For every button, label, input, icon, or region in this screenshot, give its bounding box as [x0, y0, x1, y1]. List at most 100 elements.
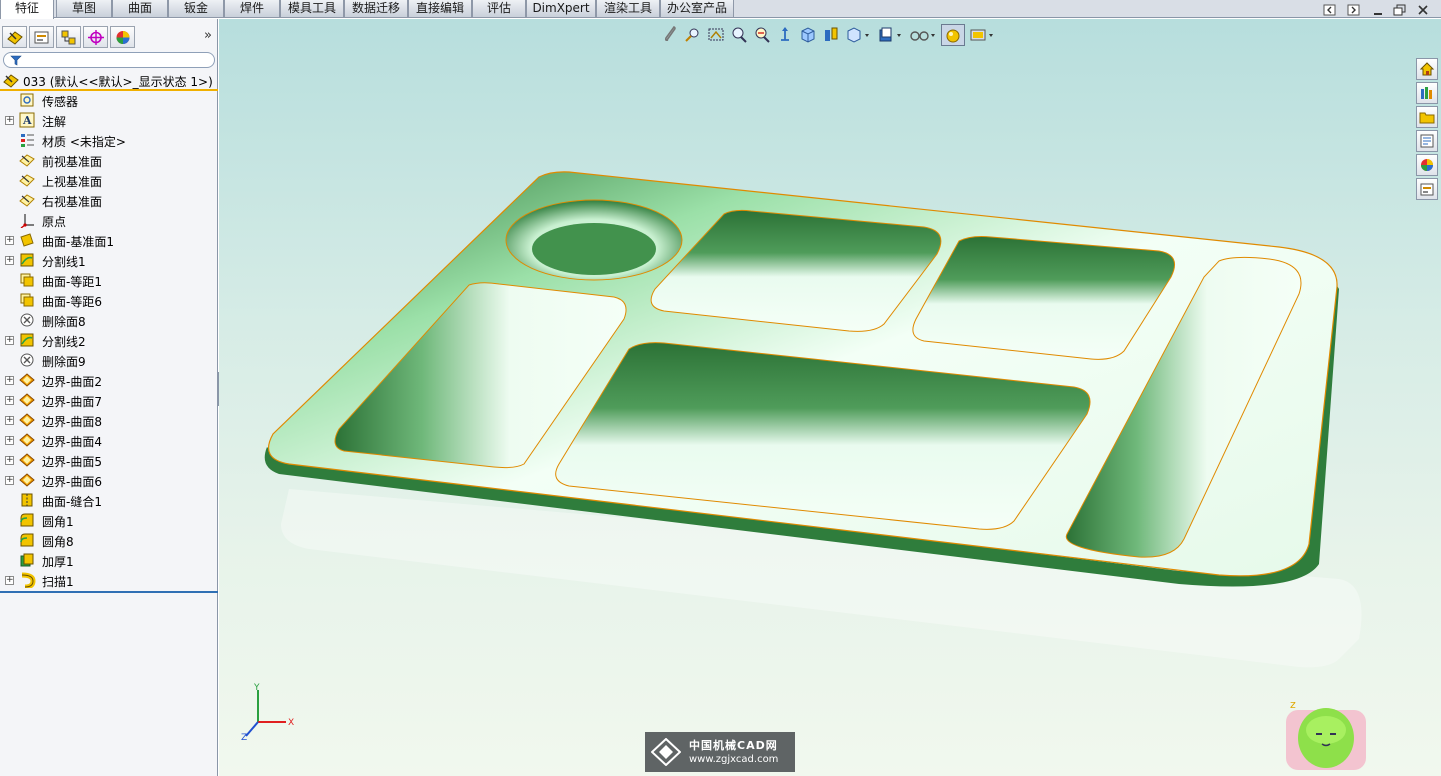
- tree-item-label: 删除面9: [42, 355, 86, 369]
- tree-item[interactable]: 材质 <未指定>: [0, 130, 218, 150]
- tab-direct-editing[interactable]: 直接编辑: [408, 0, 472, 18]
- tab-render-tools[interactable]: 渲染工具: [596, 0, 660, 18]
- delete-face-icon: [20, 353, 34, 367]
- file-explorer-icon[interactable]: [1416, 106, 1438, 128]
- tree-item-label: 边界-曲面6: [42, 475, 102, 489]
- tree-item[interactable]: 圆角1: [0, 510, 218, 530]
- expand-toggle[interactable]: +: [5, 396, 14, 405]
- tab-mold-tools[interactable]: 模具工具: [280, 0, 344, 18]
- round-bowl-inner: [532, 223, 656, 275]
- expand-panel-button[interactable]: »: [204, 28, 212, 43]
- part-name: 033 (默认<<默认>_显示状态 1>): [23, 75, 213, 89]
- sweep-icon: [21, 572, 36, 588]
- plane-icon: [19, 194, 35, 207]
- rollback-bar[interactable]: [0, 591, 218, 593]
- tree-item[interactable]: 传感器: [0, 90, 218, 110]
- watermark-url: www.zgjxcad.com: [689, 754, 779, 765]
- tab-sketch[interactable]: 草图: [56, 0, 112, 18]
- expand-toggle[interactable]: +: [5, 576, 14, 585]
- dimxpert-manager-icon[interactable]: [83, 26, 108, 48]
- tree-item[interactable]: 圆角8: [0, 530, 218, 550]
- tray-model[interactable]: [219, 19, 1441, 776]
- tab-data-migration[interactable]: 数据迁移: [344, 0, 408, 18]
- appearances-icon[interactable]: [1416, 154, 1438, 176]
- triad-y-label: Y: [253, 683, 260, 693]
- minimize-icon[interactable]: [1370, 4, 1386, 18]
- tree-item-label: 删除面8: [42, 315, 86, 329]
- expand-toggle[interactable]: +: [5, 236, 14, 245]
- expand-toggle[interactable]: +: [5, 376, 14, 385]
- property-manager-icon[interactable]: [29, 26, 54, 48]
- boundary-surface-icon: [19, 373, 35, 387]
- expand-toggle[interactable]: +: [5, 336, 14, 345]
- tree-item-label: 分割线1: [42, 255, 86, 269]
- command-manager-tabs: 特征 草图 曲面 钣金 焊件 模具工具 数据迁移 直接编辑 评估 DimXper…: [0, 0, 1441, 19]
- tree-item[interactable]: + 分割线2: [0, 330, 218, 350]
- tree-item[interactable]: 上视基准面: [0, 170, 218, 190]
- view-palette-icon[interactable]: [1416, 130, 1438, 152]
- fillet-icon: [20, 513, 34, 527]
- tree-item-label: 曲面-等距6: [42, 295, 102, 309]
- tab-office-products[interactable]: 办公室产品: [660, 0, 734, 18]
- expand-toggle[interactable]: +: [5, 436, 14, 445]
- tab-evaluate[interactable]: 评估: [472, 0, 526, 18]
- tree-item-label: 边界-曲面5: [42, 455, 102, 469]
- tree-item-label: 圆角1: [42, 515, 74, 529]
- tree-item-label: 右视基准面: [42, 195, 103, 209]
- tab-features[interactable]: 特征: [0, 0, 54, 19]
- mascot-icon[interactable]: z: [1282, 694, 1372, 774]
- tree-item-label: 注解: [42, 115, 67, 129]
- expand-toggle[interactable]: +: [5, 476, 14, 485]
- tree-item[interactable]: 曲面-等距1: [0, 270, 218, 290]
- tree-item[interactable]: + 边界-曲面5: [0, 450, 218, 470]
- boundary-surface-icon: [19, 473, 35, 487]
- display-manager-icon[interactable]: [110, 26, 135, 48]
- tree-item[interactable]: + 分割线1: [0, 250, 218, 270]
- tree-item-label: 前视基准面: [42, 155, 103, 169]
- expand-toggle[interactable]: +: [5, 416, 14, 425]
- expand-toggle[interactable]: +: [5, 456, 14, 465]
- tree-item[interactable]: 右视基准面: [0, 190, 218, 210]
- maximize-icon[interactable]: [1392, 4, 1408, 18]
- tab-surfaces[interactable]: 曲面: [112, 0, 168, 18]
- surface-offset-icon: [20, 273, 34, 287]
- view-triad: Y X Z: [240, 682, 300, 743]
- tree-item[interactable]: 原点: [0, 210, 218, 230]
- tab-weldments[interactable]: 焊件: [224, 0, 280, 18]
- tree-item-label: 扫描1: [42, 575, 74, 589]
- tree-item[interactable]: + 边界-曲面2: [0, 370, 218, 390]
- tree-item[interactable]: + A 注解: [0, 110, 218, 130]
- close-icon[interactable]: [1415, 4, 1431, 18]
- tree-item[interactable]: 删除面8: [0, 310, 218, 330]
- tree-item[interactable]: 加厚1: [0, 550, 218, 570]
- tree-item[interactable]: + 边界-曲面8: [0, 410, 218, 430]
- tree-item[interactable]: + 曲面-基准面1: [0, 230, 218, 250]
- configuration-manager-icon[interactable]: [56, 26, 81, 48]
- restore-left-icon[interactable]: [1322, 4, 1338, 18]
- tree-item[interactable]: + 扫描1: [0, 570, 218, 590]
- graphics-area[interactable]: Y X Z: [219, 19, 1441, 776]
- restore-right-icon[interactable]: [1346, 4, 1362, 18]
- tree-item[interactable]: 前视基准面: [0, 150, 218, 170]
- tree-root-part[interactable]: 033 (默认<<默认>_显示状态 1>): [0, 71, 218, 91]
- home-icon[interactable]: [1416, 58, 1438, 80]
- tab-dimxpert[interactable]: DimXpert: [526, 0, 596, 18]
- tree-item[interactable]: 曲面-缝合1: [0, 490, 218, 510]
- tree-filter-input[interactable]: [3, 52, 215, 68]
- tree-item[interactable]: + 边界-曲面4: [0, 430, 218, 450]
- plane-icon: [19, 154, 35, 167]
- tree-item[interactable]: 曲面-等距6: [0, 290, 218, 310]
- feature-manager-icon[interactable]: [2, 26, 27, 48]
- expand-toggle[interactable]: +: [5, 116, 14, 125]
- tree-item[interactable]: + 边界-曲面7: [0, 390, 218, 410]
- panel-tabs: »: [0, 24, 218, 50]
- tree-item-label: 边界-曲面2: [42, 375, 102, 389]
- expand-toggle[interactable]: +: [5, 256, 14, 265]
- tree-item[interactable]: + 边界-曲面6: [0, 470, 218, 490]
- tree-item[interactable]: 删除面9: [0, 350, 218, 370]
- tab-sheet-metal[interactable]: 钣金: [168, 0, 224, 18]
- part-icon: [3, 74, 19, 88]
- knit-surface-icon: [21, 493, 33, 507]
- custom-properties-icon[interactable]: [1416, 178, 1438, 200]
- design-library-icon[interactable]: [1416, 82, 1438, 104]
